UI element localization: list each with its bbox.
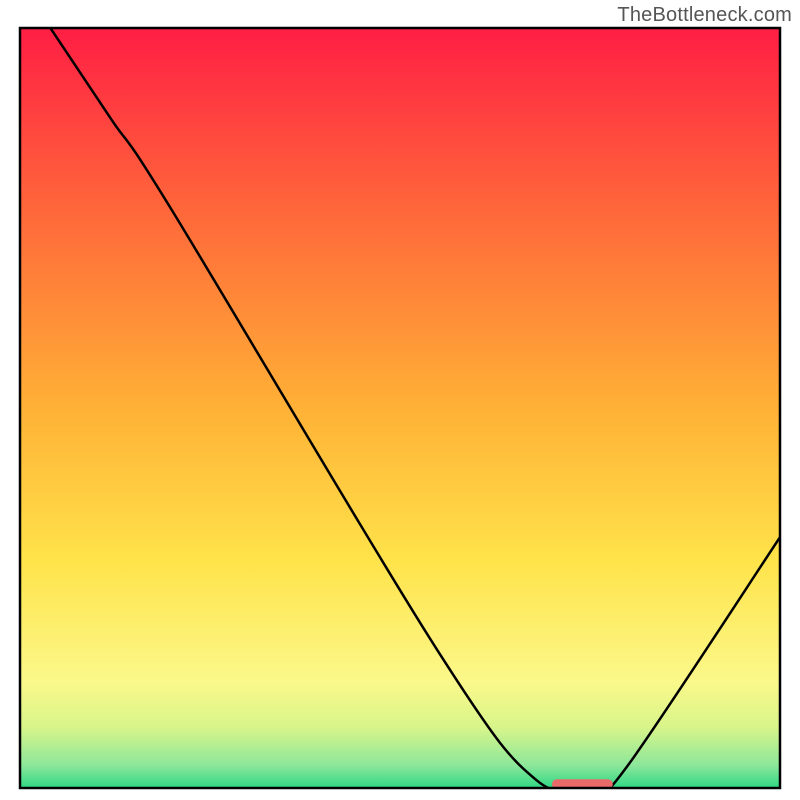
- gradient-background: [20, 28, 780, 788]
- chart-container: TheBottleneck.com: [0, 0, 800, 800]
- bottleneck-chart: [0, 0, 800, 800]
- watermark-text: TheBottleneck.com: [617, 4, 792, 27]
